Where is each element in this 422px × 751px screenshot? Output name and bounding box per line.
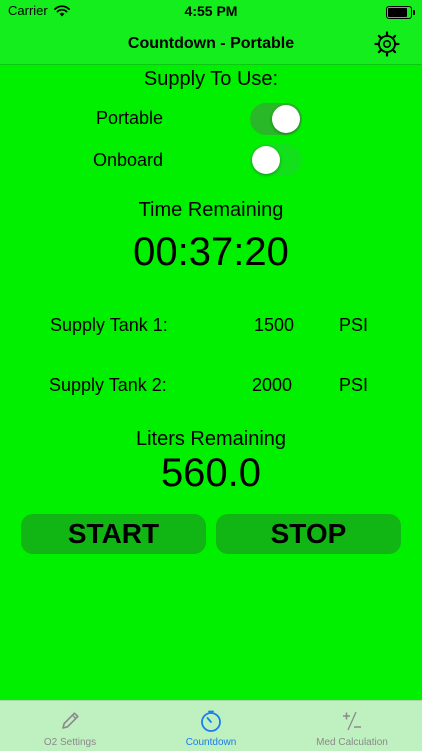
stop-button[interactable]: STOP: [216, 514, 401, 554]
supply-heading: Supply To Use:: [143, 68, 279, 90]
tab-bar: O2 Settings Countdown Med Calculation: [0, 700, 422, 751]
portable-toggle[interactable]: [250, 103, 302, 135]
navigation-bar: Countdown - Portable: [0, 24, 422, 65]
liters-remaining-value: 560.0: [160, 451, 262, 495]
tank-unit: PSI: [339, 375, 369, 395]
tank-unit: PSI: [339, 315, 369, 335]
tab-label: Med Calculation: [316, 737, 388, 748]
tab-countdown[interactable]: Countdown: [141, 701, 281, 751]
tank-pressure[interactable]: 1500: [254, 315, 294, 336]
stopwatch-icon: [201, 710, 221, 732]
page-title: Countdown - Portable: [127, 35, 295, 52]
tab-med-calculation[interactable]: Med Calculation: [282, 701, 422, 751]
toggle-knob: [252, 146, 280, 174]
gear-icon[interactable]: [374, 31, 400, 57]
portable-label: Portable: [96, 108, 164, 128]
tank-pressure[interactable]: 2000: [252, 375, 292, 396]
pencil-icon: [62, 712, 79, 729]
plus-minus-icon: [343, 711, 361, 731]
liters-remaining-heading: Liters Remaining: [135, 428, 287, 450]
tank-label: Supply Tank 2:: [49, 375, 167, 395]
battery-icon: [386, 6, 415, 19]
clock: 4:55 PM: [184, 3, 238, 19]
time-remaining-heading: Time Remaining: [138, 199, 284, 221]
tab-label: O2 Settings: [43, 737, 97, 748]
onboard-label: Onboard: [93, 150, 164, 170]
tab-label: Countdown: [185, 737, 237, 748]
start-button[interactable]: START: [21, 514, 206, 554]
status-bar: Carrier 4:55 PM: [0, 0, 422, 24]
countdown-timer: 00:37:20: [133, 230, 289, 274]
tab-o2-settings[interactable]: O2 Settings: [0, 701, 140, 751]
onboard-toggle[interactable]: [250, 144, 302, 176]
toggle-knob: [272, 105, 300, 133]
tank-label: Supply Tank 1:: [50, 315, 168, 335]
